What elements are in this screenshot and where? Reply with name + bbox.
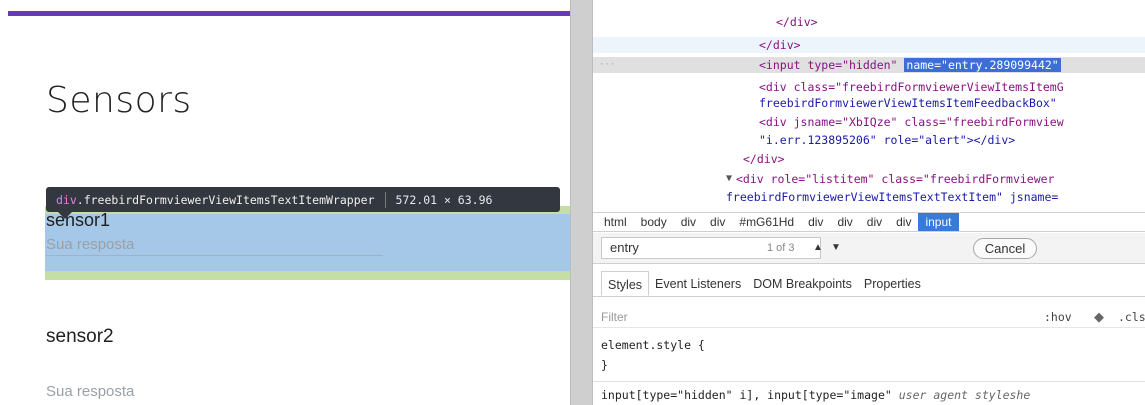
styles-filter-input[interactable]: Filter bbox=[601, 310, 628, 324]
tooltip-size: 572.01 × 63.96 bbox=[395, 192, 493, 207]
dom-node[interactable]: <div jsname="XbIQze" class="freebirdForm… bbox=[593, 114, 1145, 130]
expand-triangle-icon[interactable]: ▼ bbox=[726, 171, 732, 187]
breadcrumb-item[interactable]: html bbox=[597, 213, 634, 231]
tab-event-listeners[interactable]: Event Listeners bbox=[649, 271, 747, 296]
cls-toggle-button[interactable]: .cls bbox=[1118, 310, 1145, 324]
form-accent-bar bbox=[8, 11, 570, 16]
dom-node: freebirdFormviewerViewItemsItemFeedbackB… bbox=[759, 96, 1057, 110]
breadcrumb-item[interactable]: div bbox=[801, 213, 830, 231]
breadcrumb-item-active[interactable]: input bbox=[918, 213, 959, 231]
ua-rule-selector: input[type="hidden" i], input[type="imag… bbox=[601, 388, 892, 402]
form-page: Sensors sensor1 Sua resposta div .freebir… bbox=[0, 0, 570, 405]
ua-style-rule: input[type="hidden" i], input[type="imag… bbox=[601, 388, 1030, 402]
breadcrumb: html body div div #mG61Hd div div div di… bbox=[593, 212, 1145, 232]
hov-toggle-button[interactable]: :hov bbox=[1044, 310, 1072, 324]
dom-node[interactable]: ▼ <div role="listitem" class="freebirdFo… bbox=[593, 171, 1145, 187]
tooltip-class: .freebirdFormviewerViewItemsTextItemWrap… bbox=[76, 192, 375, 207]
tab-properties[interactable]: Properties bbox=[858, 271, 927, 296]
find-bar: entry 1 of 3 ▲ ▼ Cancel bbox=[593, 233, 1145, 264]
find-next-icon[interactable]: ▼ bbox=[829, 241, 843, 255]
dom-tree: </div> </div> ··· <input type="hidden" n… bbox=[593, 0, 1145, 212]
breadcrumb-item[interactable]: div bbox=[860, 213, 889, 231]
styles-filter-bar: Filter :hov ◆ .cls bbox=[593, 304, 1145, 328]
element-style-rule[interactable]: element.style { bbox=[593, 337, 1145, 353]
dom-node-selected[interactable]: ··· <input type="hidden" name="entry.289… bbox=[593, 57, 1145, 73]
breadcrumb-item[interactable]: div bbox=[703, 213, 732, 231]
tab-dom-breakpoints[interactable]: DOM Breakpoints bbox=[747, 271, 858, 296]
dom-node[interactable]: </div> bbox=[593, 37, 1145, 53]
devtools-panel: </div> </div> ··· <input type="hidden" n… bbox=[593, 0, 1145, 405]
tooltip-tag: div bbox=[56, 192, 77, 207]
ua-rule-origin: user agent styleshe bbox=[898, 388, 1031, 402]
breadcrumb-item[interactable]: #mG61Hd bbox=[732, 213, 801, 231]
dom-node: "i.err.123895206" role="alert"></div> bbox=[759, 133, 1016, 147]
dom-node[interactable]: </div> bbox=[593, 14, 1145, 30]
input-tag-text: <input type="hidden" bbox=[759, 58, 905, 72]
question1-label: sensor1 bbox=[46, 210, 111, 230]
question1-input[interactable]: Sua resposta bbox=[46, 236, 134, 253]
find-cancel-button[interactable]: Cancel bbox=[973, 238, 1037, 259]
tab-styles[interactable]: Styles bbox=[601, 271, 650, 296]
question1-underline bbox=[46, 255, 383, 256]
find-prev-icon[interactable]: ▲ bbox=[811, 241, 825, 255]
element-style-close: } bbox=[601, 358, 608, 372]
rule-divider bbox=[593, 381, 1145, 382]
tooltip-arrow-icon bbox=[58, 212, 72, 219]
form-title: Sensors bbox=[46, 80, 192, 121]
dom-node[interactable]: </div> bbox=[593, 151, 1145, 167]
question2-label: sensor2 bbox=[46, 326, 114, 347]
search-match-highlight: name="entry.289099442" bbox=[904, 58, 1061, 72]
sidebar-tabs: Styles Event Listeners DOM Breakpoints P… bbox=[593, 271, 1145, 297]
breadcrumb-item[interactable]: div bbox=[889, 213, 918, 231]
tooltip-divider bbox=[384, 191, 386, 208]
question2-input[interactable]: Sua resposta bbox=[46, 383, 134, 400]
dom-node: freebirdFormviewerViewItemsTextTextItem"… bbox=[726, 190, 1059, 204]
breadcrumb-item[interactable]: div bbox=[674, 213, 703, 231]
breadcrumb-item[interactable]: div bbox=[830, 213, 859, 231]
panel-splitter[interactable] bbox=[570, 0, 593, 405]
dom-node[interactable]: <div class="freebirdFormviewerViewItemsI… bbox=[593, 79, 1145, 95]
find-match-count: 1 of 3 bbox=[767, 242, 795, 254]
paint-diamond-icon[interactable]: ◆ bbox=[1094, 309, 1104, 325]
breadcrumb-item[interactable]: body bbox=[634, 213, 674, 231]
more-dots-icon: ··· bbox=[599, 60, 616, 70]
styles-pane: element.style { } bbox=[593, 337, 1145, 373]
inspect-tooltip: div .freebirdFormviewerViewItemsTextItemW… bbox=[46, 187, 560, 212]
